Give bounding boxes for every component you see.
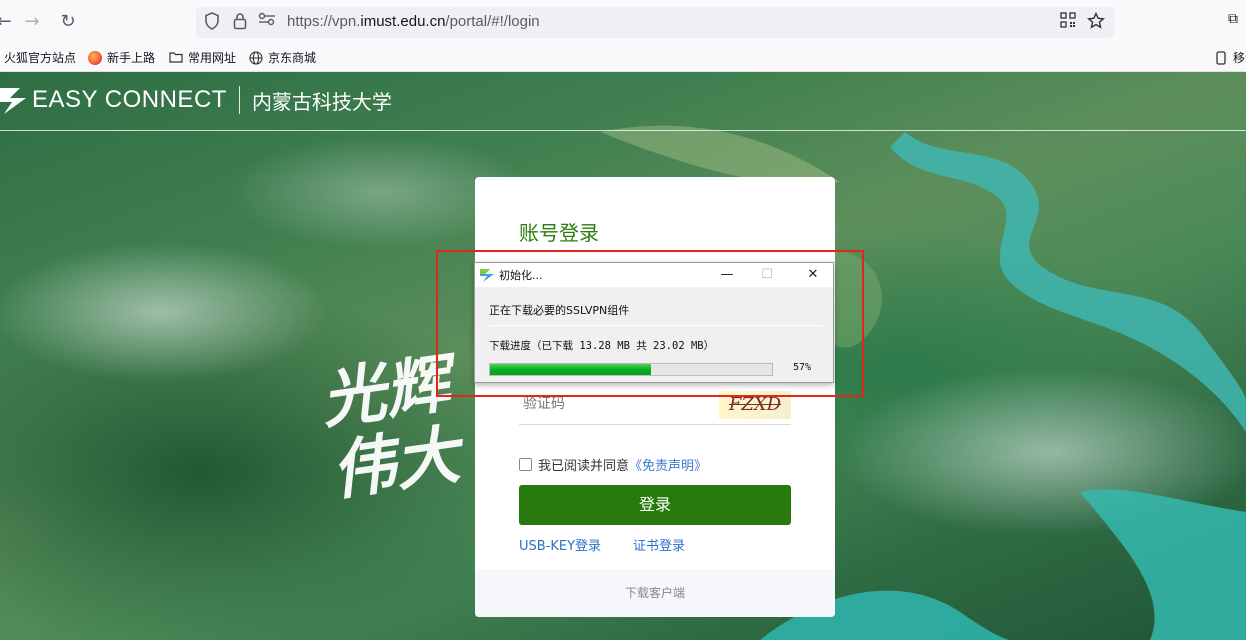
back-icon[interactable]: ← xyxy=(0,10,16,34)
agree-checkbox[interactable] xyxy=(519,458,532,471)
usb-key-login-link[interactable]: USB-KEY登录 xyxy=(519,535,601,554)
agreement-row: 我已阅读并同意 《免责声明》 xyxy=(519,455,707,474)
bookmark-label: 移动 xyxy=(1233,51,1246,65)
qr-code-icon[interactable] xyxy=(1058,12,1078,32)
bookmark-common-sites[interactable]: 常用网址 xyxy=(169,49,236,66)
extensions-icon[interactable]: ⧉ xyxy=(1228,11,1238,27)
disclaimer-link[interactable]: 《免责声明》 xyxy=(629,455,707,474)
forward-icon[interactable]: → xyxy=(20,10,44,34)
address-bar[interactable]: https://vpn.imust.edu.cn/portal/#!/login xyxy=(196,7,1114,38)
logo-mark-icon xyxy=(0,88,26,114)
reload-icon[interactable]: ↻ xyxy=(56,10,80,34)
school-name: 内蒙古科技大学 xyxy=(251,89,392,114)
login-title: 账号登录 xyxy=(519,221,599,245)
shield-icon[interactable] xyxy=(202,12,222,32)
logo-divider xyxy=(238,86,240,114)
url-text[interactable]: https://vpn.imust.edu.cn/portal/#!/login xyxy=(287,13,540,30)
easyconnect-logo: EASY CONNECT 内蒙古科技大学 xyxy=(0,84,392,116)
browser-toolbar: ← → ↻ https://vpn.imust.edu.cn/portal/#!… xyxy=(0,0,1246,44)
bookmark-label: 常用网址 xyxy=(188,51,237,65)
download-client-link[interactable]: 下载客户端 xyxy=(475,569,835,617)
folder-icon xyxy=(169,51,183,65)
mobile-bookmarks[interactable]: 移动 xyxy=(1214,49,1246,66)
bookmark-label: 京东商城 xyxy=(268,51,317,65)
bookmark-label: 新手上路 xyxy=(107,51,156,65)
agree-label: 我已阅读并同意 xyxy=(538,459,630,474)
mobile-icon xyxy=(1214,50,1228,65)
header-divider xyxy=(0,130,1246,131)
star-icon[interactable] xyxy=(1086,11,1106,32)
bookmark-firefox-official[interactable]: 火狐官方站点 xyxy=(4,49,76,66)
firefox-icon xyxy=(88,50,102,65)
bookmark-jd-mall[interactable]: 京东商城 xyxy=(249,49,316,66)
brand-name: EASY CONNECT xyxy=(32,86,227,113)
login-card: 账号登录 FZXD 我已阅读并同意 《免责声明》 登录 USB-KEY登录 证书… xyxy=(475,177,835,617)
permissions-icon[interactable] xyxy=(257,12,277,32)
certificate-login-link[interactable]: 证书登录 xyxy=(633,535,685,554)
captcha-input[interactable] xyxy=(523,396,703,412)
lock-icon[interactable] xyxy=(230,12,250,32)
bookmarks-bar: 火狐官方站点 新手上路 常用网址 京东商城 移动 xyxy=(0,44,1246,72)
bookmark-getting-started[interactable]: 新手上路 xyxy=(88,49,155,66)
highlight-box xyxy=(436,250,864,397)
bookmark-label: 火狐官方站点 xyxy=(4,51,77,65)
globe-icon xyxy=(249,50,263,65)
login-button[interactable]: 登录 xyxy=(519,485,791,525)
